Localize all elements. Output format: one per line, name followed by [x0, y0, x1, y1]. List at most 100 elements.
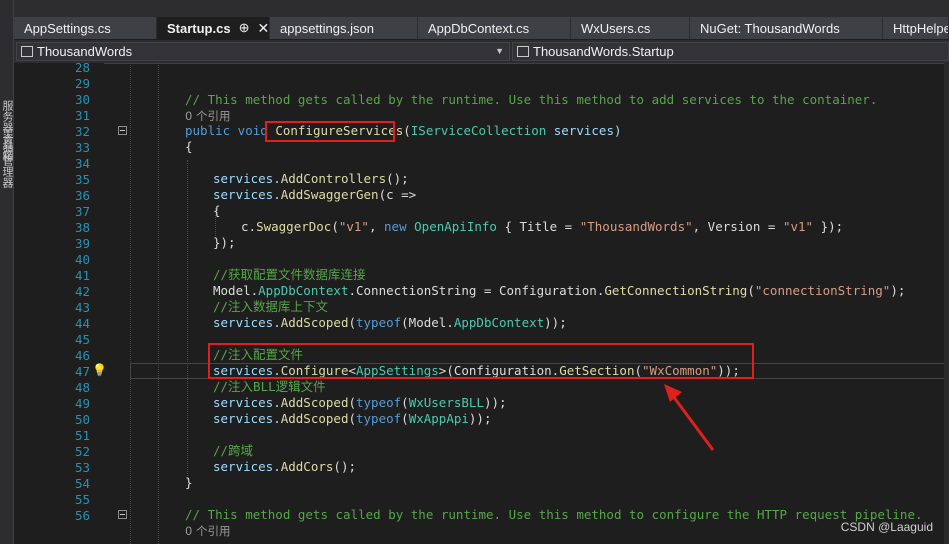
line-number: 40	[74, 252, 90, 267]
lightbulb-icon[interactable]: 💡	[92, 363, 107, 377]
code-token: (	[403, 123, 411, 138]
code-line: Model.AppDbContext.ConnectionString = Co…	[213, 283, 905, 299]
code-token: "connectionString"	[754, 283, 891, 298]
code-token: "v1"	[782, 219, 814, 234]
code-line: services.AddSwaggerGen(c =>	[213, 187, 416, 203]
code-token: services.	[213, 395, 281, 410]
line-number: 32	[74, 124, 90, 139]
toolbox-tab[interactable]: 工具箱	[0, 128, 14, 161]
reference-count[interactable]: 0 个引用	[185, 108, 230, 124]
code-line: services.AddScoped(typeof(WxAppApi));	[213, 411, 491, 427]
code-token: public void	[185, 123, 276, 138]
code-token: (Model.	[401, 315, 454, 330]
code-line: services.AddControllers();	[213, 171, 409, 187]
code-token: "ThousandWords"	[579, 219, 693, 234]
annotation-box	[265, 121, 395, 142]
code-line: // This method gets called by the runtim…	[185, 507, 923, 522]
code-token: AddScoped	[280, 411, 349, 426]
code-token: AddControllers	[280, 171, 387, 186]
pin-icon[interactable]: ⊕	[239, 20, 250, 36]
code-token: SwaggerDoc	[256, 219, 332, 234]
line-number: 39	[74, 236, 90, 251]
code-token: AppDbContext	[258, 283, 349, 298]
code-line: });	[213, 235, 236, 250]
code-token: AddSwaggerGen	[280, 187, 379, 202]
tab-nuget[interactable]: NuGet: ThousandWords	[690, 17, 883, 39]
tab-label: WxUsers.cs	[581, 20, 651, 36]
code-token: OpenApiInfo	[414, 219, 497, 234]
line-number: 35	[74, 172, 90, 187]
tab-startup-cs[interactable]: Startup.cs ⊕ ✕	[157, 17, 270, 39]
code-token: (	[348, 411, 356, 426]
line-number: 43	[74, 300, 90, 315]
code-token: });	[813, 219, 844, 234]
vertical-scrollbar[interactable]	[944, 63, 949, 544]
line-number: 50	[74, 412, 90, 427]
line-number: 46	[74, 348, 90, 363]
class-icon	[517, 46, 529, 57]
line-number: 53	[74, 460, 90, 475]
tab-httphelper[interactable]: HttpHelper	[883, 17, 949, 39]
close-icon[interactable]: ✕	[257, 20, 269, 37]
code-token: .ConnectionString = Configuration.	[348, 283, 605, 298]
tab-appsettings-json[interactable]: appsettings.json	[270, 17, 418, 39]
code-token: "v1"	[338, 219, 369, 234]
code-line: //获取配置文件数据库连接	[213, 267, 366, 282]
line-number: 31	[74, 108, 90, 123]
code-line: //注入BLL逻辑文件	[213, 379, 326, 394]
code-token: services.	[213, 171, 281, 186]
code-token: AddCors	[280, 459, 334, 474]
code-token: (	[348, 315, 356, 330]
line-number: 54	[74, 476, 90, 491]
line-number: 34	[74, 156, 90, 171]
type-name: ThousandWords.Startup	[533, 44, 674, 59]
tab-label: AppSettings.cs	[24, 20, 111, 36]
code-line: services.AddCors();	[213, 459, 356, 475]
code-line: // This method gets called by the runtim…	[185, 92, 878, 107]
code-token: services.	[213, 187, 281, 202]
code-token: typeof	[356, 315, 402, 330]
line-number: 55	[74, 492, 90, 507]
line-number: 42	[74, 284, 90, 299]
code-token: Model.	[213, 283, 259, 298]
line-number: 33	[74, 140, 90, 155]
code-token: ));	[544, 315, 567, 330]
collapse-toggle-icon[interactable]	[118, 126, 127, 135]
indent-guide	[187, 160, 188, 480]
chevron-down-icon[interactable]: ▼	[495, 43, 504, 60]
code-token: (	[348, 395, 356, 410]
code-token: ));	[483, 395, 507, 410]
annotation-box	[208, 343, 754, 379]
line-number: 47	[74, 364, 90, 379]
code-token: AppDbContext	[453, 315, 545, 330]
code-token: WxAppApi	[408, 411, 469, 426]
line-number: 28	[74, 60, 90, 75]
tab-label: NuGet: ThousandWords	[700, 20, 840, 36]
code-token: (	[401, 411, 409, 426]
line-number: 51	[74, 428, 90, 443]
tab-label: appsettings.json	[280, 20, 374, 36]
line-number: 45	[74, 332, 90, 347]
project-dropdown[interactable]: ThousandWords ▼	[16, 42, 510, 61]
code-line: services.AddScoped(typeof(Model.AppDbCon…	[213, 315, 567, 331]
code-token: GetConnectionString	[604, 283, 748, 298]
line-number: 56	[74, 508, 90, 523]
project-icon	[21, 46, 33, 57]
tab-label: AppDbContext.cs	[428, 20, 530, 36]
code-line: //注入数据库上下文	[213, 299, 329, 314]
side-panel-strip[interactable]: 服务器资源管理器 工具箱	[0, 0, 14, 544]
tab-appsettings-cs[interactable]: AppSettings.cs	[14, 17, 157, 39]
line-number: 36	[74, 188, 90, 203]
title-strip	[14, 0, 949, 17]
reference-count[interactable]: 0 个引用	[185, 523, 230, 539]
collapse-toggle-icon[interactable]	[118, 510, 127, 519]
code-token: WxUsersBLL	[408, 395, 484, 410]
tab-appdbcontext-cs[interactable]: AppDbContext.cs	[418, 17, 571, 39]
tab-wxusers-cs[interactable]: WxUsers.cs	[571, 17, 690, 39]
code-line: services.AddScoped(typeof(WxUsersBLL));	[213, 395, 507, 411]
line-number: 52	[74, 444, 90, 459]
navigation-bar: ThousandWords ▼ ThousandWords.Startup	[14, 40, 949, 64]
document-tab-bar: AppSettings.cs Startup.cs ⊕ ✕ appsetting…	[14, 17, 949, 39]
code-token: new	[384, 219, 415, 234]
type-dropdown[interactable]: ThousandWords.Startup	[512, 42, 949, 61]
